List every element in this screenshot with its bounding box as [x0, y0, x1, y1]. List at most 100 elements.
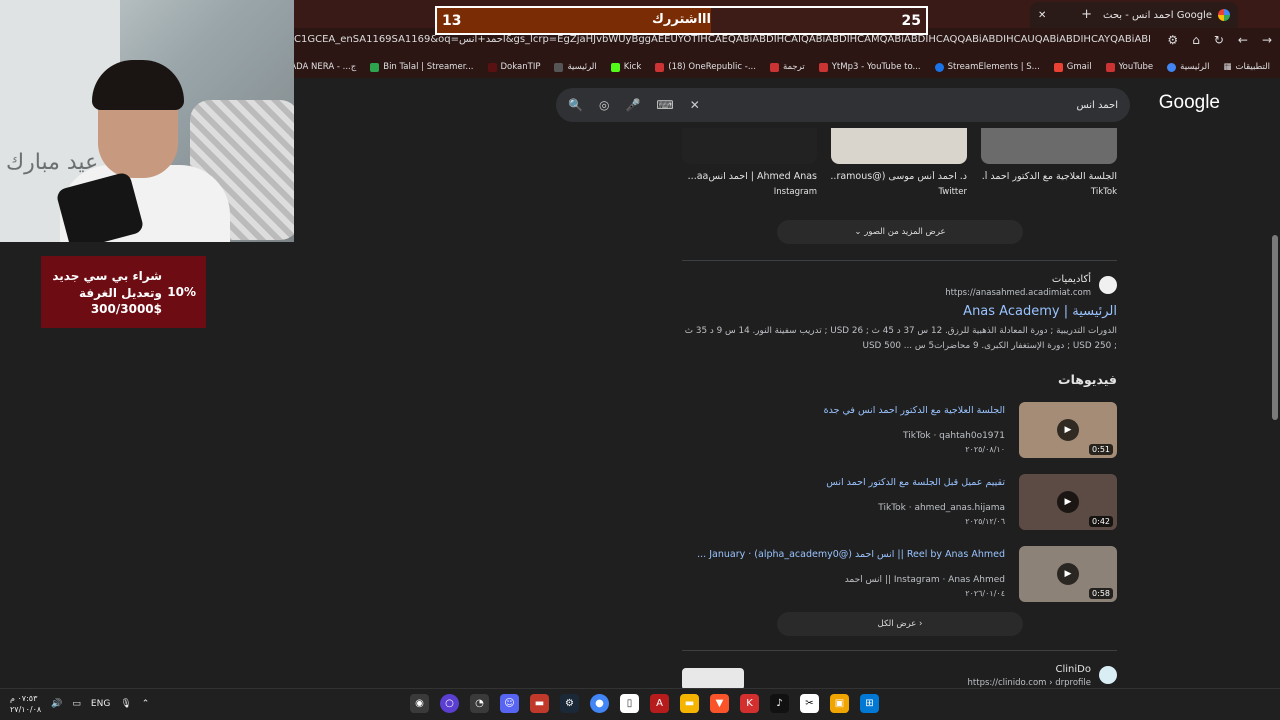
video-result[interactable]: ▶ 0:42 تقييم عميل قبل الجلسة مع الدكتور … [682, 474, 1117, 530]
app-icon[interactable]: A [650, 694, 669, 713]
store-icon[interactable]: ▣ [830, 694, 849, 713]
tune-icon[interactable]: ⚙ [1167, 33, 1178, 47]
bookmarks-bar: ▦ التطبيقات الرئيسية YouTube Gmail Stream… [294, 56, 1280, 78]
video-thumbnail[interactable]: ▶ 0:58 [1019, 546, 1117, 602]
language-indicator[interactable]: ENG [91, 699, 110, 709]
clinido-url[interactable]: https://clinido.com › drprofile [968, 678, 1091, 688]
image-thumbnail[interactable] [831, 128, 967, 164]
music-icon[interactable]: ♪ [770, 694, 789, 713]
capcut-icon[interactable]: ✂ [800, 694, 819, 713]
video-title-link[interactable]: Reel by Anas Ahmed || انس احمد (@alpha_a… [697, 549, 1005, 560]
clock-date: ٢٧/١٠/٠٨ [10, 705, 42, 714]
search-query[interactable]: احمد انس [1077, 100, 1118, 111]
bookmark-item[interactable]: StreamElements | S... [934, 62, 1040, 72]
microphone-icon[interactable]: 🎤 [625, 98, 640, 112]
bookmark-item[interactable]: Bin Talal | Streamer... [370, 62, 474, 72]
tab-google-search[interactable]: احمد انس - بحث Google ✕ [1030, 2, 1238, 28]
microphone-tray-icon[interactable]: 🎙 [120, 699, 131, 709]
image-caption[interactable]: Ahmed Anas | احمد انسaa... [682, 171, 817, 182]
donation-goal-overlay: شراء بي سي جديد وتعديل الغرفة 10% 300/30… [41, 256, 206, 328]
site-url[interactable]: https://anasahmed.acadimiat.com [945, 288, 1091, 298]
video-thumbnail[interactable]: ▶ 0:42 [1019, 474, 1117, 530]
capture-icon[interactable]: ◔ [470, 694, 489, 713]
search-icon[interactable]: 🔍 [568, 98, 583, 112]
bookmark-item[interactable]: Gmail [1053, 62, 1092, 72]
google-favicon-icon [1218, 9, 1230, 21]
image-result[interactable]: د. احمد أنس موسى (@ramous... Twitter [831, 128, 967, 197]
close-tab-icon[interactable]: ✕ [1038, 10, 1046, 21]
image-thumbnail[interactable] [981, 128, 1117, 164]
stream-app-icon[interactable]: ▬ [530, 694, 549, 713]
divider [682, 650, 1117, 651]
app-icon[interactable]: K [740, 694, 759, 713]
circle-app-icon[interactable]: ○ [440, 694, 459, 713]
clinido-name[interactable]: CliniDo [1056, 664, 1091, 675]
image-caption[interactable]: د. احمد أنس موسى (@ramous... [831, 171, 967, 182]
video-result[interactable]: ▶ 0:58 Reel by Anas Ahmed || انس احمد (@… [682, 546, 1117, 602]
video-title-link[interactable]: تقييم عميل قبل الجلسة مع الدكتور احمد ان… [826, 477, 1005, 488]
play-icon: ▶ [1057, 491, 1079, 513]
more-images-button[interactable]: ⌄ عرض المزيد من الصور [777, 220, 1023, 244]
video-title-link[interactable]: الجلسة العلاجية مع الدكتور احمد انس في ج… [824, 405, 1005, 416]
file-icon[interactable]: ▯ [620, 694, 639, 713]
site-title-link[interactable]: Anas Academy | الرئيسية [963, 304, 1117, 319]
video-date: ٢٠٢٦/٠١/٠٤ [965, 589, 1005, 598]
bookmark-item[interactable]: YouTube [1105, 62, 1153, 72]
lens-icon[interactable]: ◎ [599, 98, 609, 112]
chevron-up-icon[interactable]: ⌃ [142, 699, 150, 709]
image-results: الجلسة العلاجية مع الدكتور احمد أ... Tik… [682, 128, 1117, 197]
clear-icon[interactable]: ✕ [690, 98, 700, 112]
site-favicon-icon [1099, 276, 1117, 294]
new-tab-button[interactable]: + [1081, 7, 1092, 22]
obs-icon[interactable]: ◉ [410, 694, 429, 713]
display-icon[interactable]: ▭ [72, 699, 81, 709]
discord-icon[interactable]: ☺ [500, 694, 519, 713]
bookmark-item[interactable]: Kick [610, 62, 642, 72]
brave-icon[interactable]: ▼ [710, 694, 729, 713]
scrollbar[interactable] [1272, 235, 1278, 420]
reload-icon[interactable]: ↻ [1214, 33, 1224, 47]
site-name[interactable]: أكاديميات [1052, 274, 1091, 285]
video-date: ٢٠٢٥/١٢/٠٦ [965, 517, 1005, 526]
image-caption[interactable]: الجلسة العلاجية مع الدكتور احمد أ... [981, 171, 1117, 182]
video-result[interactable]: ▶ 0:51 الجلسة العلاجية مع الدكتور احمد ا… [682, 402, 1117, 458]
image-source: Twitter [938, 187, 968, 197]
google-logo[interactable]: Google [1159, 92, 1220, 114]
bookmark-item[interactable]: #STRADA NERA - ...ج [294, 62, 356, 72]
keyboard-icon[interactable]: ⌨ [656, 98, 673, 112]
search-results: الجلسة العلاجية مع الدكتور احمد أ... Tik… [682, 128, 1117, 688]
bookmark-label: التطبيقات [1235, 62, 1270, 72]
bookmark-item[interactable]: (18) OneRepublic -... [655, 62, 756, 72]
bookmark-item[interactable]: ترجمة [769, 62, 805, 72]
clock[interactable]: ٠٧:٥٣ م ٢٧/١٠/٠٨ [10, 693, 41, 715]
chrome-icon[interactable]: ● [590, 694, 609, 713]
steam-icon[interactable]: ⚙ [560, 694, 579, 713]
volume-icon[interactable]: 🔊 [51, 699, 62, 709]
site-icon [554, 62, 564, 72]
bookmark-apps[interactable]: ▦ التطبيقات [1223, 62, 1270, 72]
image-result[interactable]: الجلسة العلاجية مع الدكتور احمد أ... Tik… [981, 128, 1117, 197]
clock-time: ٠٧:٥٣ م [10, 694, 38, 703]
bookmark-label: (18) OneRepublic -... [668, 62, 756, 72]
bookmark-label: Bin Talal | Streamer... [383, 62, 474, 72]
folder-icon[interactable]: ▬ [680, 694, 699, 713]
image-result[interactable]: Ahmed Anas | احمد انسaa... Instagram [682, 128, 817, 197]
back-icon[interactable]: ← [1238, 33, 1248, 47]
windows-start-icon[interactable]: ⊞ [860, 694, 879, 713]
kick-icon [610, 62, 620, 72]
home-icon[interactable]: ⌂ [1192, 33, 1200, 47]
forward-icon[interactable]: → [1262, 33, 1272, 47]
video-thumbnail[interactable]: ▶ 0:51 [1019, 402, 1117, 458]
grid-icon: ▦ [1223, 62, 1232, 72]
video-date: ٢٠٢٥/٠٨/١٠ [965, 445, 1005, 454]
clinido-thumbnail[interactable] [682, 668, 744, 688]
image-thumbnail[interactable] [682, 128, 817, 164]
url-field[interactable]: C1GCEA_enSA1169SA1169&oq=احمد+انس&gs_lcr… [294, 34, 1150, 45]
view-all-button[interactable]: عرض الكل › [777, 612, 1023, 636]
bookmark-item[interactable]: YtMp3 - YouTube to... [818, 62, 921, 72]
bookmark-item[interactable]: الرئيسية [554, 62, 597, 72]
bookmark-label: Kick [623, 62, 642, 72]
search-box[interactable]: 🔍 ◎ 🎤 ⌨ ✕ احمد انس [556, 88, 1130, 122]
bookmark-item[interactable]: DokanTIP [487, 62, 540, 72]
bookmark-item[interactable]: الرئيسية [1167, 62, 1209, 72]
